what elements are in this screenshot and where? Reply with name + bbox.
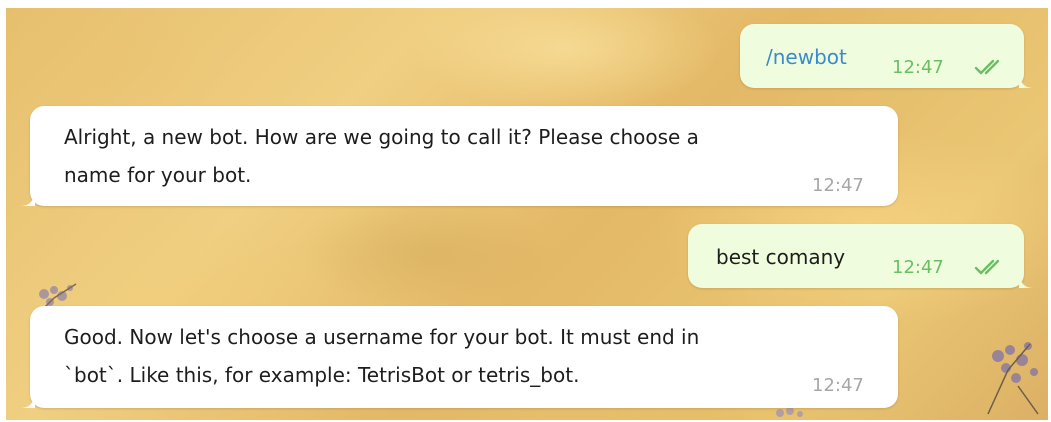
- bubble-tail: [1019, 74, 1033, 88]
- wallpaper-flower-decoration: [987, 342, 1039, 415]
- bubble-tail: [21, 192, 35, 206]
- message-time: 12:47: [892, 257, 944, 278]
- message-text-line: name for your bot.: [64, 163, 252, 187]
- bubble-tail: [1019, 274, 1033, 288]
- message-text: best comany: [716, 245, 846, 269]
- message-incoming[interactable]: Alright, a new bot. How are we going to …: [21, 106, 898, 206]
- message-outgoing[interactable]: /newbot 12:47: [740, 24, 1033, 88]
- message-incoming[interactable]: Good. Now let's choose a username for yo…: [21, 306, 898, 408]
- message-outgoing[interactable]: best comany 12:47: [688, 224, 1033, 288]
- message-text-line: Good. Now let's choose a username for yo…: [64, 325, 700, 349]
- message-text-line: `bot`. Like this, for example: TetrisBot…: [64, 363, 580, 387]
- double-check-icon: [974, 259, 1000, 275]
- bubble-tail: [21, 394, 35, 408]
- double-check-icon: [974, 59, 1000, 75]
- message-time: 12:47: [812, 175, 864, 196]
- message-time: 12:47: [812, 375, 864, 396]
- message-text-line: Alright, a new bot. How are we going to …: [64, 125, 699, 149]
- message-time: 12:47: [892, 57, 944, 78]
- chat-history[interactable]: /newbot 12:47 Alright, a new bot. How ar…: [6, 8, 1048, 420]
- bot-command-link[interactable]: /newbot: [766, 38, 847, 76]
